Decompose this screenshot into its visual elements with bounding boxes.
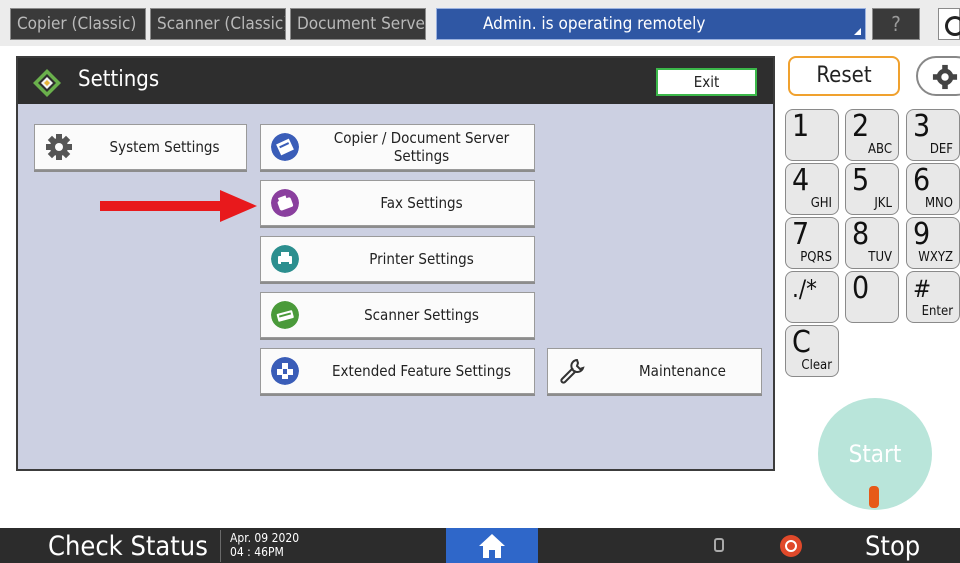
fax-settings-button[interactable]: Fax Settings [260, 180, 535, 226]
datetime: Apr. 09 2020 04 : 46PM [230, 531, 299, 559]
maintenance-label: Maintenance [639, 362, 726, 380]
key-3-digit: 3 [913, 109, 931, 144]
extended-feature-settings-label: Extended Feature Settings [332, 362, 511, 380]
key-9-digit: 9 [913, 217, 931, 252]
help-button[interactable]: ? [872, 8, 920, 40]
gear-icon [932, 64, 958, 90]
printer-settings-button[interactable]: Printer Settings [260, 236, 535, 282]
crescent-icon [945, 16, 960, 36]
key-7-digit: 7 [792, 217, 810, 252]
key-5-letters: JKL [874, 196, 892, 211]
key-5[interactable]: 5 JKL [845, 163, 899, 215]
key-9[interactable]: 9 WXYZ [906, 217, 960, 269]
key-1-digit: 1 [792, 109, 810, 144]
key-4-letters: GHI [810, 196, 832, 211]
fax-settings-label: Fax Settings [380, 194, 463, 212]
scanner-settings-label: Scanner Settings [364, 306, 479, 324]
remote-operation-status[interactable]: Admin. is operating remotely [436, 8, 866, 40]
check-status-button[interactable]: Check Status [48, 531, 208, 562]
home-button[interactable] [446, 528, 538, 563]
date-text: Apr. 09 2020 [230, 531, 300, 545]
extended-feature-settings-button[interactable]: Extended Feature Settings [260, 348, 535, 394]
partial-tab-button[interactable] [938, 8, 960, 40]
remote-operation-status-label: Admin. is operating remotely [483, 14, 706, 34]
key-enter-symbol: # [913, 275, 932, 303]
home-icon [479, 534, 505, 558]
key-4-digit: 4 [792, 163, 810, 198]
key-enter-label: Enter [921, 304, 953, 319]
key-7[interactable]: 7 PQRS [785, 217, 839, 269]
wrench-icon [560, 358, 585, 384]
key-0-digit: 0 [852, 271, 870, 306]
key-9-letters: WXYZ [918, 250, 953, 265]
red-arrow-icon [100, 190, 257, 222]
extended-feature-icon [271, 357, 299, 385]
stop-button[interactable]: Stop [865, 531, 920, 562]
key-clear-label: Clear [801, 358, 832, 373]
key-6-digit: 6 [913, 163, 931, 198]
key-clear-letter: C [792, 325, 811, 360]
fax-icon [271, 189, 299, 217]
user-tools-button[interactable] [916, 56, 960, 96]
key-8-letters: TUV [868, 250, 892, 265]
key-3[interactable]: 3 DEF [906, 109, 960, 161]
reset-button[interactable]: Reset [788, 56, 900, 96]
system-settings-button[interactable]: System Settings [34, 124, 247, 170]
tab-copier-classic[interactable]: Copier (Classic) [10, 8, 146, 40]
key-5-digit: 5 [852, 163, 870, 198]
stop-hand-icon [780, 535, 802, 557]
key-star-label: ./* [792, 275, 817, 303]
settings-logo-icon [33, 69, 61, 97]
copier-document-server-settings-button[interactable]: Copier / Document Server Settings [260, 124, 535, 170]
gear-icon [46, 134, 72, 160]
key-0[interactable]: 0 [845, 271, 899, 323]
page-title: Settings [78, 67, 160, 92]
tab-scanner-classic[interactable]: Scanner (Classic) [150, 8, 286, 40]
key-6[interactable]: 6 MNO [906, 163, 960, 215]
key-star[interactable]: ./* [785, 271, 839, 323]
key-2[interactable]: 2 ABC [845, 109, 899, 161]
start-label: Start [848, 440, 902, 468]
scanner-settings-button[interactable]: Scanner Settings [260, 292, 535, 338]
key-clear[interactable]: C Clear [785, 325, 839, 377]
divider [220, 530, 221, 562]
key-6-letters: MNO [924, 196, 953, 211]
maintenance-button[interactable]: Maintenance [547, 348, 762, 394]
start-indicator-light [869, 486, 879, 508]
key-4[interactable]: 4 GHI [785, 163, 839, 215]
storage-icon [714, 538, 724, 552]
copier-document-server-settings-label: Copier / Document Server Settings [333, 129, 510, 165]
key-2-digit: 2 [852, 109, 870, 144]
key-8[interactable]: 8 TUV [845, 217, 899, 269]
key-2-letters: ABC [868, 142, 892, 157]
printer-icon [271, 245, 299, 273]
key-7-letters: PQRS [800, 250, 832, 265]
expand-corner-icon [854, 28, 861, 35]
key-3-letters: DEF [929, 142, 953, 157]
printer-settings-label: Printer Settings [369, 250, 474, 268]
scanner-icon [271, 301, 299, 329]
tab-document-server[interactable]: Document Server [290, 8, 426, 40]
time-text: 04 : 46PM [230, 545, 284, 559]
key-8-digit: 8 [852, 217, 870, 252]
copier-icon [271, 133, 299, 161]
key-1[interactable]: 1 [785, 109, 839, 161]
exit-button[interactable]: Exit [656, 68, 757, 96]
system-settings-label: System Settings [109, 138, 220, 156]
key-enter[interactable]: # Enter [906, 271, 960, 323]
